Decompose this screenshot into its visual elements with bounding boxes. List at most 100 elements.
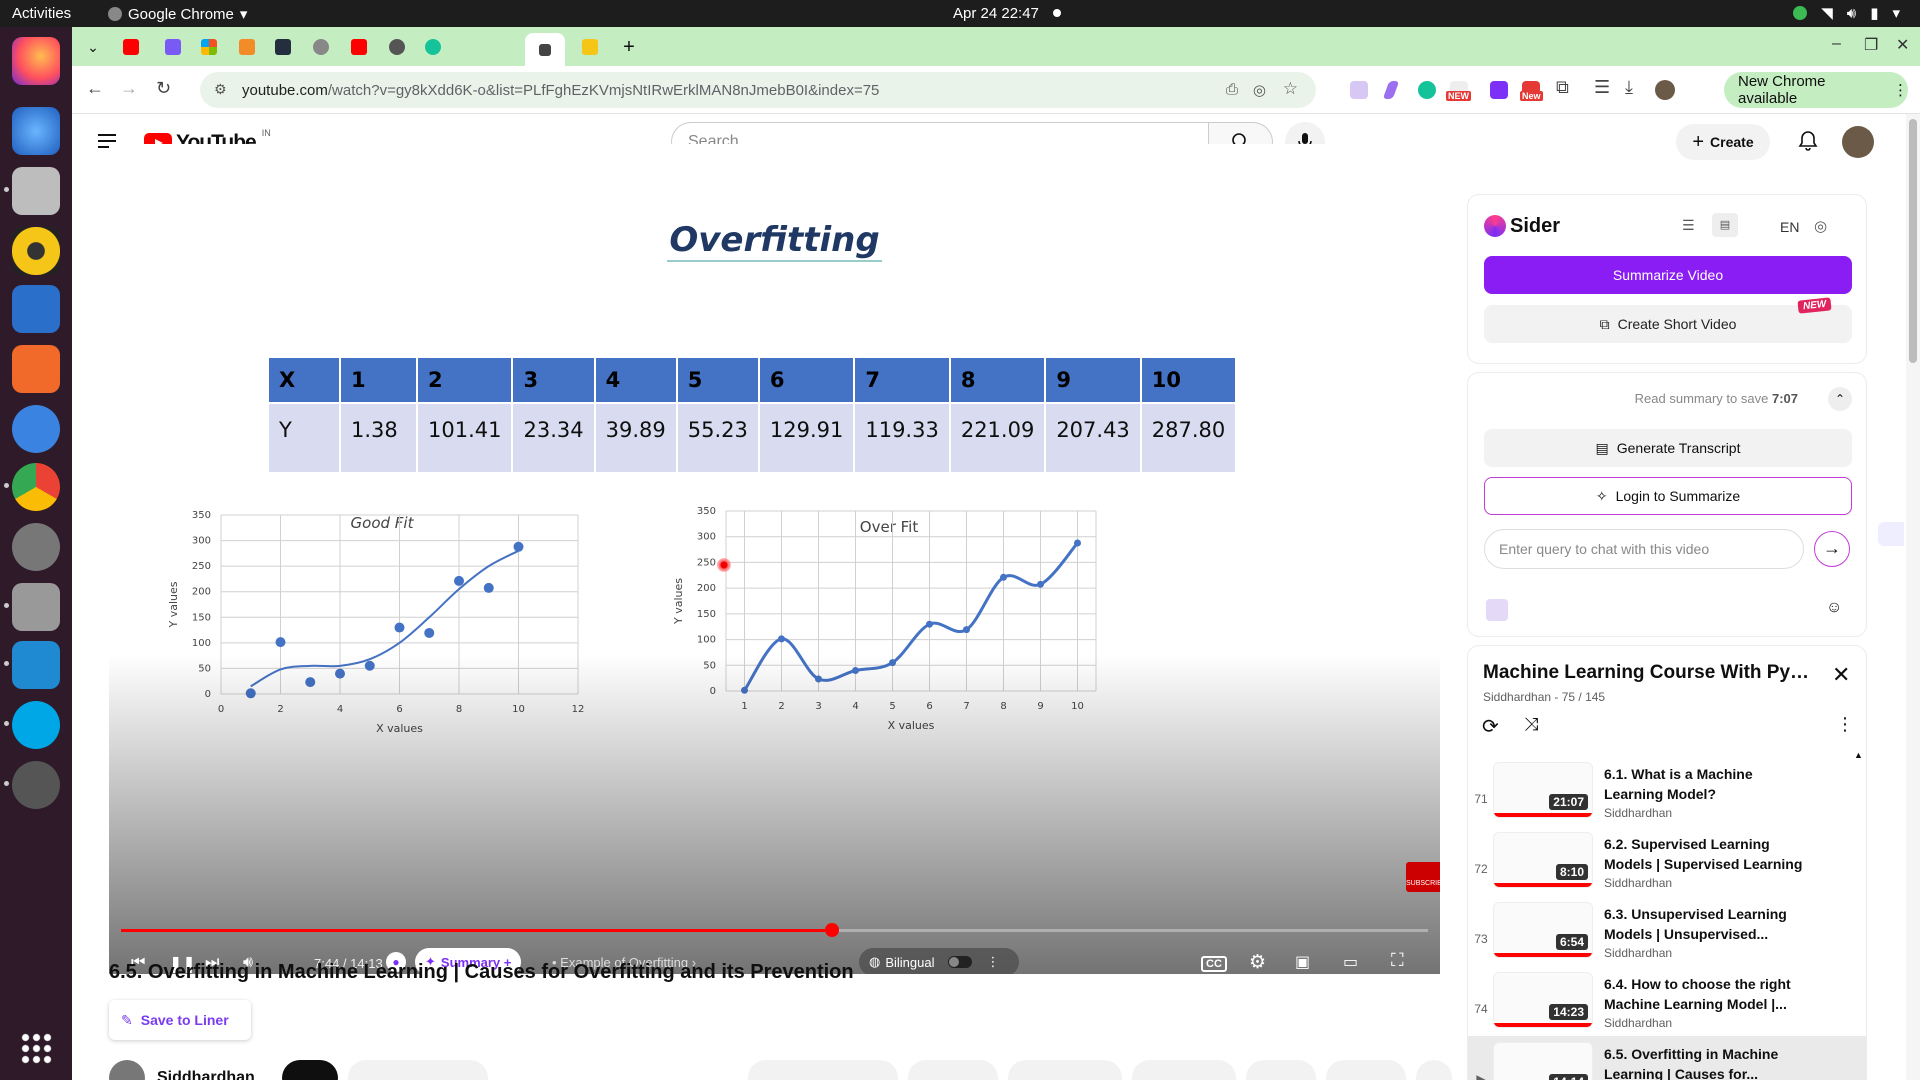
- thunderbird-icon[interactable]: [12, 107, 60, 155]
- thanks-button[interactable]: [1132, 1060, 1236, 1080]
- bookmark-star-icon[interactable]: ☆: [1283, 79, 1298, 99]
- playlist-item-thumbnail[interactable]: 21:07: [1493, 762, 1593, 818]
- tab-search-button[interactable]: ⌄: [78, 33, 108, 61]
- toggle-switch[interactable]: [947, 956, 972, 968]
- clip-button[interactable]: [1246, 1060, 1316, 1080]
- tab-current-youtube[interactable]: [525, 33, 565, 66]
- theater-mode-icon[interactable]: ▭: [1343, 952, 1358, 972]
- new-extension-icon[interactable]: NEW: [1446, 81, 1471, 101]
- tab-globe[interactable]: [306, 33, 336, 61]
- tab-extension[interactable]: [575, 33, 605, 61]
- sider-side-tab[interactable]: [1878, 522, 1904, 546]
- software-center-icon[interactable]: [12, 345, 60, 393]
- captions-icon[interactable]: CC: [1201, 956, 1227, 972]
- extensions-puzzle-icon[interactable]: ⧉: [1556, 77, 1569, 98]
- shuffle-icon[interactable]: ⤨: [1524, 714, 1538, 735]
- rhythmbox-icon[interactable]: [12, 227, 60, 275]
- playlist-item-thumbnail[interactable]: 8:10: [1493, 832, 1593, 888]
- fullscreen-icon[interactable]: ⛶: [1391, 950, 1404, 971]
- collapse-chevron-icon[interactable]: ⌃: [1828, 387, 1852, 411]
- playlist-item-thumbnail[interactable]: 14:14: [1493, 1042, 1593, 1080]
- chat-query-input[interactable]: Enter query to chat with this video: [1484, 529, 1804, 569]
- close-window-icon[interactable]: ✕: [1896, 35, 1909, 55]
- tab-grammarly[interactable]: [418, 33, 448, 61]
- playlist-item[interactable]: 73 6:54 6.3. Unsupervised Learning Models …: [1468, 902, 1866, 972]
- settings-gear-icon[interactable]: ⚙: [1249, 951, 1266, 974]
- new-tab-button[interactable]: +: [614, 33, 644, 61]
- files-icon[interactable]: [12, 167, 60, 215]
- playlist-item[interactable]: 71 21:07 6.1. What is a Machine Learning M…: [1468, 762, 1866, 832]
- tab-openai[interactable]: [382, 33, 412, 61]
- user-icon[interactable]: ☺: [1826, 599, 1842, 617]
- playlist-item-thumbnail[interactable]: 14:23: [1493, 972, 1593, 1028]
- new-chrome-available-button[interactable]: New Chrome available ⋮: [1724, 72, 1908, 108]
- sider-extension-icon[interactable]: [1490, 81, 1508, 99]
- channel-avatar[interactable]: [109, 1060, 145, 1080]
- page-scrollbar[interactable]: [1906, 114, 1920, 1080]
- tab-youtube-2[interactable]: [344, 33, 374, 61]
- new-extension-icon-2[interactable]: New: [1520, 81, 1543, 101]
- notifications-bell-icon[interactable]: [1798, 130, 1818, 152]
- playlist-menu-icon[interactable]: ⋮: [1836, 714, 1854, 735]
- tab-package[interactable]: [232, 33, 262, 61]
- firefox-icon[interactable]: [12, 37, 60, 85]
- save-to-liner-button[interactable]: ✎ Save to Liner: [109, 1000, 251, 1040]
- subscribed-bell-button[interactable]: [348, 1060, 488, 1080]
- save-button[interactable]: [1326, 1060, 1406, 1080]
- progress-scrubber[interactable]: [825, 923, 839, 937]
- reload-icon[interactable]: ↻: [156, 78, 171, 99]
- download-button[interactable]: [1008, 1060, 1122, 1080]
- extension-icon[interactable]: [1350, 81, 1368, 99]
- playlist-item[interactable]: ▶ 14:14 6.5. Overfitting in Machine Learni…: [1468, 1036, 1866, 1080]
- loop-icon[interactable]: ⟳: [1482, 714, 1499, 739]
- chrome-icon[interactable]: [12, 463, 60, 511]
- tab-youtube-1[interactable]: [116, 33, 146, 61]
- search-app-icon[interactable]: [12, 583, 60, 631]
- skype-icon[interactable]: [12, 701, 60, 749]
- settings-icon[interactable]: [12, 523, 60, 571]
- app-menu[interactable]: Google Chrome ▾: [108, 5, 247, 23]
- site-info-icon[interactable]: ⚙: [214, 81, 227, 98]
- media-controls-icon[interactable]: ☰: [1594, 77, 1610, 98]
- login-to-summarize-button[interactable]: ✧ Login to Summarize: [1484, 477, 1852, 515]
- restore-icon[interactable]: ❐: [1864, 35, 1878, 55]
- show-apps-icon[interactable]: [20, 1032, 52, 1064]
- like-button[interactable]: [748, 1060, 898, 1080]
- playlist-item-thumbnail[interactable]: 6:54: [1493, 902, 1593, 958]
- language-selector[interactable]: EN: [1780, 219, 1799, 235]
- bilingual-toggle[interactable]: ◍ Bilingual ⋮: [859, 948, 1019, 974]
- summarize-video-button[interactable]: Summarize Video: [1484, 256, 1852, 294]
- share-button[interactable]: [908, 1060, 998, 1080]
- omnibox[interactable]: ⚙ youtube.com/watch?v=gy8kXdd6K-o&list=P…: [200, 72, 1316, 108]
- list-view-icon[interactable]: ☰: [1682, 217, 1695, 234]
- system-tray[interactable]: ◥ 🔊︎ ▮ ▾: [1793, 4, 1900, 22]
- install-icon[interactable]: ⎙: [1226, 81, 1238, 98]
- sider-settings-icon[interactable]: ◎: [1814, 217, 1827, 235]
- subscribe-button[interactable]: [282, 1060, 338, 1080]
- pen-extension-icon[interactable]: [1382, 81, 1400, 99]
- miniplayer-icon[interactable]: ▣: [1295, 952, 1310, 972]
- back-icon[interactable]: ←: [86, 78, 104, 99]
- account-avatar[interactable]: [1842, 126, 1874, 158]
- help-icon[interactable]: [12, 405, 60, 453]
- grammarly-extension-icon[interactable]: [1418, 81, 1436, 99]
- vscode-icon[interactable]: [12, 641, 60, 689]
- channel-name[interactable]: Siddhardhan: [157, 1069, 255, 1080]
- close-playlist-icon[interactable]: ✕: [1832, 662, 1850, 688]
- tab-aws[interactable]: [268, 33, 298, 61]
- tab-docs[interactable]: [158, 33, 188, 61]
- playlist-title[interactable]: Machine Learning Course With Pyth...: [1483, 662, 1813, 684]
- writer-icon[interactable]: [12, 285, 60, 333]
- scrollbar-thumb[interactable]: [1909, 119, 1917, 363]
- minimize-icon[interactable]: –: [1832, 35, 1841, 53]
- video-player[interactable]: Overfitting X 1 2 3 4 5 6 7 8 9 10 Y 1.38 101.41 23.3…: [109, 144, 1440, 974]
- tab-microsoft[interactable]: [194, 33, 224, 61]
- playlist-item[interactable]: 74 14:23 6.4. How to choose the right Mach…: [1468, 972, 1866, 1042]
- playlist-item[interactable]: 72 8:10 6.2. Supervised Learning Models | …: [1468, 832, 1866, 902]
- progress-bar[interactable]: [121, 923, 1428, 937]
- activities-button[interactable]: Activities: [12, 5, 71, 22]
- create-short-video-button[interactable]: ⧉ Create Short Video: [1484, 305, 1852, 343]
- sider-mini-logo-icon[interactable]: [1486, 599, 1508, 621]
- eye-off-icon[interactable]: ◎: [1253, 81, 1266, 99]
- playlist-scroll-up-icon[interactable]: ▲: [1854, 750, 1863, 760]
